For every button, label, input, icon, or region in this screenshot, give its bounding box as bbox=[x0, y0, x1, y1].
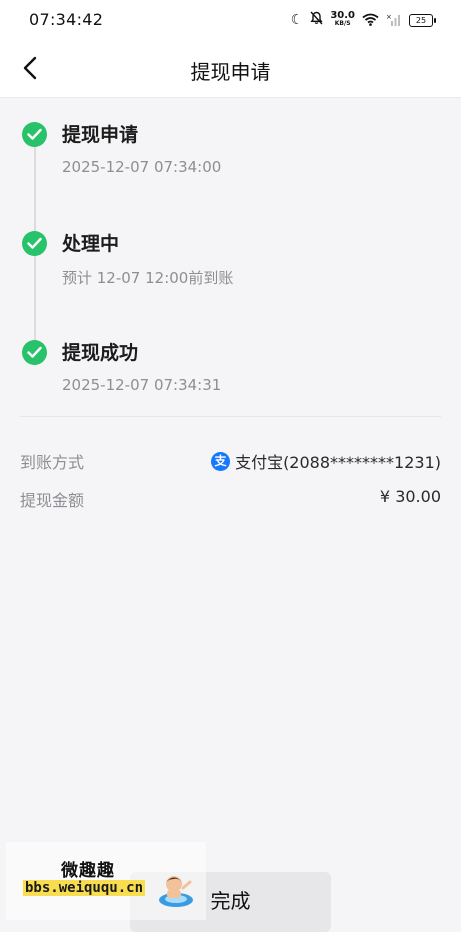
step-title: 提现申请 bbox=[62, 124, 139, 146]
status-bar: 07:34:42 ☾ 30.0 KB/S × 25 bbox=[0, 0, 461, 40]
svg-text:×: × bbox=[386, 13, 392, 21]
step-time: 2025-12-07 07:34:00 bbox=[62, 158, 222, 176]
check-circle-icon bbox=[22, 340, 47, 365]
moon-icon: ☾ bbox=[290, 12, 304, 28]
nav-header: 提现申请 bbox=[0, 40, 461, 98]
check-circle-icon bbox=[22, 231, 47, 256]
step-title: 提现成功 bbox=[62, 342, 139, 364]
step-estimate: 预计 12-07 12:00前到账 bbox=[62, 269, 234, 287]
step-title: 处理中 bbox=[62, 233, 120, 255]
payout-method-row: 到账方式 支 支付宝(2088********1231) bbox=[20, 449, 441, 473]
withdraw-progress-timeline: 提现申请 2025-12-07 07:34:00 处理中 预计 12-07 12… bbox=[0, 98, 461, 416]
watermark-url: bbs.weiququ.cn bbox=[23, 880, 146, 896]
status-icons: ☾ 30.0 KB/S × 25 bbox=[290, 10, 436, 30]
net-speed: 30.0 KB/S bbox=[330, 10, 355, 28]
payout-method-label: 到账方式 bbox=[20, 453, 85, 472]
mascot-icon bbox=[159, 876, 193, 907]
watermark-site-name: 微趣趣 bbox=[61, 861, 115, 881]
wifi-icon bbox=[362, 11, 379, 30]
payout-method-value: 支 支付宝(2088********1231) bbox=[211, 449, 441, 473]
watermark: 微趣趣 bbs.weiququ.cn bbox=[6, 842, 206, 920]
page-title: 提现申请 bbox=[190, 60, 271, 84]
payout-account: 支付宝(2088********1231) bbox=[235, 453, 441, 472]
cellular-signal-icon: × bbox=[386, 11, 402, 30]
divider bbox=[20, 416, 441, 417]
alipay-icon: 支 bbox=[211, 451, 231, 471]
withdraw-amount-label: 提现金额 bbox=[20, 491, 85, 510]
bell-off-icon bbox=[310, 11, 323, 29]
withdraw-amount-value: ¥ 30.00 bbox=[379, 487, 441, 506]
battery-icon: 25 bbox=[409, 13, 436, 27]
check-circle-icon bbox=[22, 122, 47, 147]
withdraw-amount-row: 提现金额 ¥ 30.00 bbox=[20, 487, 441, 511]
status-time: 07:34:42 bbox=[29, 10, 104, 29]
step-time: 2025-12-07 07:34:31 bbox=[62, 376, 222, 394]
